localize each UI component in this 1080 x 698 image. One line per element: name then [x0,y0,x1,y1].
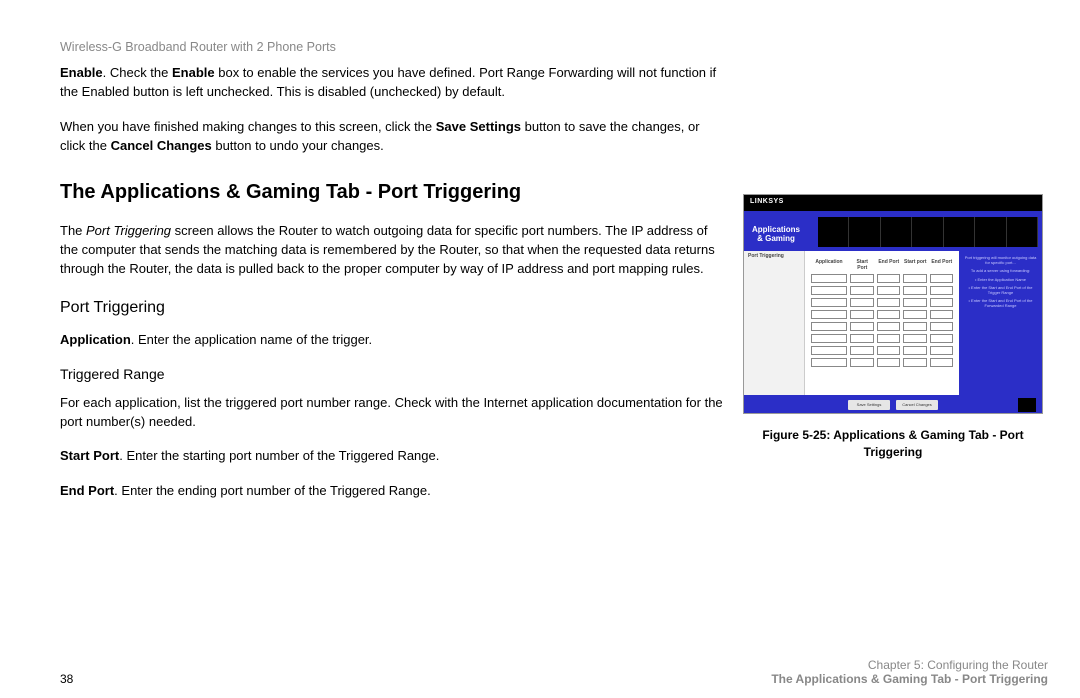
main-content: Enable. Check the Enable box to enable t… [60,64,726,517]
end-port-label: End Port [60,483,114,498]
page-footer: 38 Chapter 5: Configuring the Router The… [60,658,1048,686]
text: . Enter the ending port number of the Tr… [114,483,431,498]
page-number: 38 [60,672,73,686]
chapter-label: Chapter 5: Configuring the Router [771,658,1048,672]
text: . Check the [103,65,172,80]
port-triggering-italic: Port Triggering [86,223,171,238]
text: . Enter the starting port number of the … [119,448,439,463]
thumb-save-button: Save Settings [848,400,890,410]
enable-word: Enable [172,65,215,80]
thumb-hdr-startport: Start Port [851,259,874,271]
screenshot-thumbnail: Port Triggering Application Start Port E… [743,194,1043,414]
application-label: Application [60,332,131,347]
text: . Enter the application name of the trig… [131,332,372,347]
text: When you have finished making changes to… [60,119,436,134]
port-triggering-desc: The Port Triggering screen allows the Ro… [60,222,726,279]
triggered-range-heading: Triggered Range [60,366,726,382]
doc-header: Wireless-G Broadband Router with 2 Phone… [60,40,1048,54]
thumb-hdr-endport2: End Port [931,259,954,271]
thumb-hdr-endport: End Port [878,259,901,271]
save-paragraph: When you have finished making changes to… [60,118,726,156]
cisco-logo-icon [1018,398,1036,412]
start-port-field: Start Port. Enter the starting port numb… [60,447,726,466]
thumb-hdr-app: Application [811,259,847,271]
thumb-hdr-startport2: Start port [904,259,927,271]
text: button to undo your changes. [212,138,384,153]
cancel-changes-label: Cancel Changes [111,138,212,153]
save-settings-label: Save Settings [436,119,521,134]
footer-section-label: The Applications & Gaming Tab - Port Tri… [771,672,1048,686]
text: The [60,223,86,238]
application-field: Application. Enter the application name … [60,331,726,350]
figure-column: Port Triggering Application Start Port E… [738,64,1048,517]
section-title: The Applications & Gaming Tab - Port Tri… [60,181,726,204]
thumb-sidebar-label: Port Triggering [748,253,784,259]
enable-paragraph: Enable. Check the Enable box to enable t… [60,64,726,102]
enable-label: Enable [60,65,103,80]
subsection-heading: Port Triggering [60,299,726,317]
triggered-range-desc: For each application, list the triggered… [60,394,726,432]
start-port-label: Start Port [60,448,119,463]
end-port-field: End Port. Enter the ending port number o… [60,482,726,501]
thumb-cancel-button: Cancel Changes [896,400,938,410]
figure-caption: Figure 5-25: Applications & Gaming Tab -… [738,427,1048,461]
